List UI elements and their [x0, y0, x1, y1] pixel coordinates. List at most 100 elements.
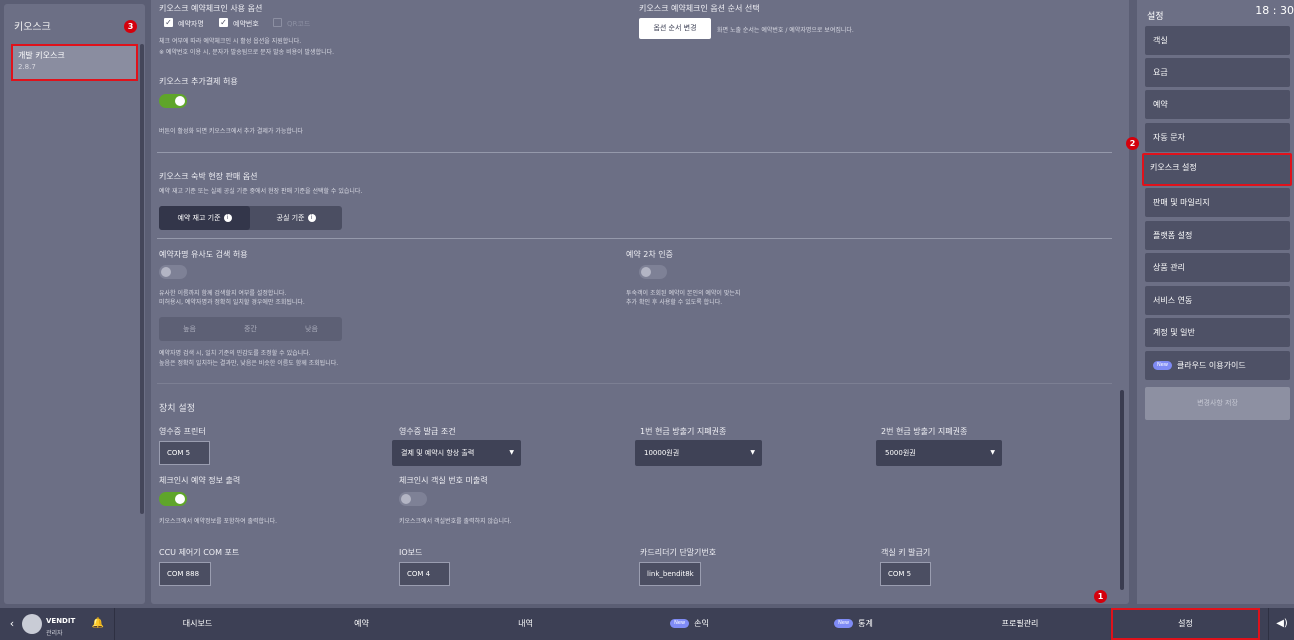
sales-option-reservation-stock[interactable]: 예약 재고 기준 i [159, 206, 250, 230]
receipt-condition-select[interactable]: 결제 및 예약시 항상 출력 ▼ [392, 440, 521, 466]
reservation-no-checkbox[interactable]: ✓ [219, 18, 228, 27]
divider [157, 152, 1112, 153]
qr-checkbox-label: QR코드 [287, 20, 311, 28]
extra-payment-toggle[interactable] [159, 94, 187, 108]
level-desc-1: 예약자명 검색 시, 일치 기준의 민감도를 조정할 수 있습니다. [159, 350, 311, 357]
card-reader-field[interactable]: link_bendit8k [639, 562, 701, 586]
nav-reservations[interactable]: 예약 [280, 608, 443, 640]
similarity-level-segment: 높음 중간 낮음 [159, 317, 342, 341]
chevron-down-icon: ▼ [990, 449, 995, 456]
kiosk-list-panel: 키오스크 개발 키오스크 2.8.7 [4, 4, 145, 604]
bottom-nav-bar: ‹ VENDIT 관리자 🔔 대시보드 예약 내역 New 손익 New 통계 프로… [0, 608, 1294, 640]
menu-item-rooms[interactable]: 객실 [1145, 26, 1290, 55]
guest-name-checkbox[interactable]: ✓ [164, 18, 173, 27]
room-no-toggle[interactable] [399, 492, 427, 506]
room-key-field[interactable]: COM 5 [880, 562, 931, 586]
room-key-label: 객실 키 발급기 [881, 548, 931, 557]
qr-checkbox[interactable] [273, 18, 282, 27]
level-low-option[interactable]: 낮음 [281, 317, 342, 341]
cash-dispenser-2-select[interactable]: 5000원권 ▼ [876, 440, 1002, 466]
level-desc-2: 높음은 정확히 일치하는 결과만, 낮음은 비슷한 이름도 함께 조회됩니다. [159, 360, 339, 367]
receipt-condition-value: 결제 및 예약시 항상 출력 [401, 449, 475, 457]
menu-item-auto-sms[interactable]: 자동 문자 [1145, 123, 1290, 152]
kiosk-list-title: 키오스크 [14, 22, 51, 33]
step-marker-1: 1 [1094, 590, 1107, 603]
nav-profit-loss-label: 손익 [694, 619, 709, 628]
receipt-printer-label: 영수증 프린터 [159, 427, 206, 436]
brand-name: VENDIT [46, 617, 76, 625]
cash-dispenser-2-label: 2번 현금 방출기 지폐권종 [881, 427, 968, 436]
cloud-guide-label: 클라우드 이용가이드 [1176, 361, 1246, 370]
two-factor-toggle[interactable] [639, 265, 667, 279]
order-desc: 화면 노출 순서는 예약번호 / 예약자명으로 보여집니다. [717, 27, 854, 34]
nav-profit-loss[interactable]: New 손익 [608, 608, 771, 640]
nav-statistics-label: 통계 [858, 619, 873, 628]
divider [157, 383, 1112, 384]
similar-search-desc-1: 유사한 이름까지 함께 검색할지 여부를 설정합니다. [159, 290, 287, 297]
checkin-print-toggle[interactable] [159, 492, 187, 506]
change-order-button[interactable]: 옵션 순서 변경 [639, 18, 711, 39]
menu-item-account[interactable]: 계정 및 일반 [1145, 318, 1290, 347]
device-settings-title: 장치 설정 [159, 404, 195, 414]
similar-search-toggle[interactable] [159, 265, 187, 279]
menu-item-kiosk-settings[interactable]: 키오스크 설정 [1142, 153, 1292, 186]
cash-dispenser-1-select[interactable]: 10000원권 ▼ [635, 440, 762, 466]
new-badge: New [1153, 361, 1172, 370]
menu-item-integrations[interactable]: 서비스 연동 [1145, 286, 1290, 315]
io-board-label: IO보드 [399, 548, 423, 557]
sales-option-vacancy[interactable]: 공실 기준 i [250, 206, 342, 230]
kiosk-settings-panel: 키오스크 예약체크인 사용 옵션 ✓ 예약자명 ✓ 예약번호 QR코드 체크 여… [151, 0, 1129, 604]
receipt-printer-field[interactable]: COM 5 [159, 441, 210, 465]
speaker-icon[interactable]: ◀) [1272, 608, 1292, 640]
reservation-no-checkbox-label: 예약번호 [233, 20, 259, 28]
two-factor-title: 예약 2차 인증 [626, 250, 673, 259]
divider [157, 238, 1112, 239]
ccu-port-label: CCU 제어기 COM 포트 [159, 548, 240, 557]
checkin-print-desc: 키오스크에서 예약정보를 포함하여 출력합니다. [159, 518, 278, 525]
guest-name-checkbox-label: 예약자명 [178, 20, 204, 28]
menu-item-platform[interactable]: 플랫폼 설정 [1145, 221, 1290, 250]
kiosk-list-scrollbar[interactable] [140, 44, 144, 514]
io-board-field[interactable]: COM 4 [399, 562, 450, 586]
chevron-left-icon[interactable]: ‹ [6, 608, 18, 640]
similar-search-title: 예약자명 유사도 검색 허용 [159, 250, 248, 259]
new-badge: New [834, 619, 854, 628]
user-role: 관리자 [46, 630, 63, 637]
info-icon: i [223, 214, 232, 222]
divider [114, 608, 115, 640]
sales-option-segment: 예약 재고 기준 i 공실 기준 i [159, 206, 342, 230]
nav-profile[interactable]: 프로필관리 [936, 608, 1104, 640]
usage-desc-1: 체크 여부에 따라 예약체크인 시 활성 옵션을 지원합니다. [159, 38, 302, 45]
kiosk-list-item[interactable]: 개발 키오스크 2.8.7 [11, 44, 138, 81]
nav-statistics[interactable]: New 통계 [772, 608, 935, 640]
nav-history[interactable]: 내역 [444, 608, 607, 640]
sales-option-title: 키오스크 숙박 현장 판매 옵션 [159, 172, 258, 181]
avatar [22, 614, 42, 634]
bell-icon[interactable]: 🔔 [90, 608, 106, 640]
similar-search-desc-2: 미허용시, 예약자명과 정확히 일치할 경우에만 조회됩니다. [159, 299, 305, 306]
menu-item-products[interactable]: 상품 관리 [1145, 253, 1290, 282]
menu-item-rates[interactable]: 요금 [1145, 58, 1290, 87]
step-marker-3: 3 [124, 20, 137, 33]
cash-dispenser-1-value: 10000원권 [644, 449, 680, 457]
kiosk-item-name: 개발 키오스크 [18, 51, 65, 60]
nav-settings[interactable]: 설정 [1111, 608, 1260, 640]
order-title: 키오스크 예약체크인 옵션 순서 선택 [639, 4, 760, 13]
save-changes-button[interactable]: 변경사항 저장 [1145, 387, 1290, 420]
nav-dashboard[interactable]: 대시보드 [116, 608, 279, 640]
kiosk-item-version: 2.8.7 [18, 63, 36, 71]
menu-item-sales-mileage[interactable]: 판매 및 마일리지 [1145, 188, 1290, 217]
room-no-label: 체크인시 객실 번호 미출력 [399, 476, 488, 485]
level-mid-option[interactable]: 중간 [220, 317, 281, 341]
info-icon: i [307, 214, 316, 222]
settings-menu-title: 설정 [1147, 12, 1164, 22]
receipt-condition-label: 영수증 발급 조건 [399, 427, 456, 436]
usage-desc-2: ※ 예약번호 이용 시, 문자가 발송됨으로 문자 발송 비용이 발생합니다. [159, 49, 335, 56]
menu-item-cloud-guide[interactable]: New 클라우드 이용가이드 [1145, 351, 1290, 380]
sales-option-desc: 예약 재고 기준 또는 실제 공실 기준 중에서 현장 판매 기준을 선택할 수… [159, 188, 363, 195]
level-high-option[interactable]: 높음 [159, 317, 220, 341]
menu-item-reservations[interactable]: 예약 [1145, 90, 1290, 119]
cash-dispenser-1-label: 1번 현금 방출기 지폐권종 [640, 427, 727, 436]
settings-scrollbar[interactable] [1120, 390, 1124, 590]
ccu-port-field[interactable]: COM 888 [159, 562, 211, 586]
